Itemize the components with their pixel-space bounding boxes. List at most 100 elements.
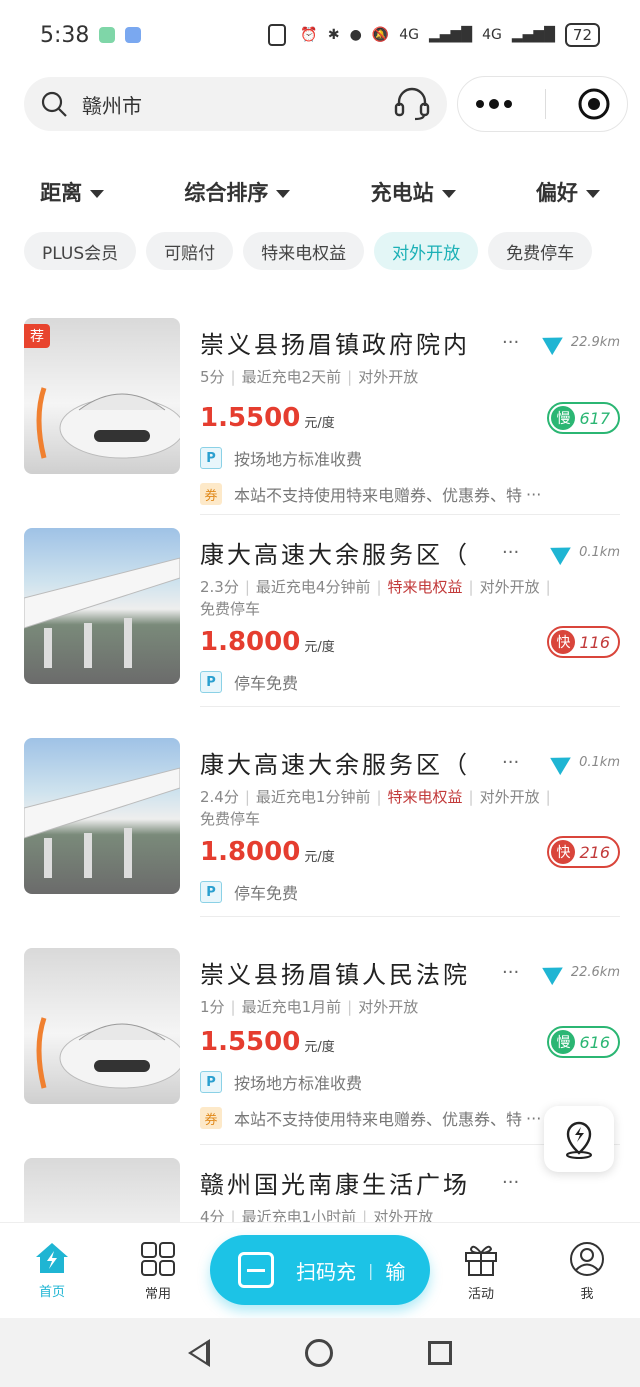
station-image: 荐 — [24, 318, 180, 474]
search-row: 赣州市 — [24, 76, 628, 132]
miniapp-capsule — [457, 76, 628, 132]
coupon-icon: 券 — [200, 483, 222, 505]
system-nav-bar — [0, 1318, 640, 1387]
price-unit: 元/度 — [304, 415, 335, 431]
station-title: 康大高速大余服务区（ — [200, 750, 470, 779]
search-icon — [41, 91, 67, 117]
filter-distance[interactable]: 距离 — [40, 177, 105, 207]
tab-me[interactable]: 我 — [547, 1241, 627, 1302]
chevron-down-icon — [276, 190, 291, 198]
chevron-down-icon — [585, 190, 600, 198]
charger-count-badge: 慢 616 — [547, 1026, 620, 1058]
station-title: 赣州国光南康生活广场 — [200, 1170, 470, 1199]
scan-icon — [238, 1252, 274, 1288]
parking-info: P 按场地方标准收费 — [200, 444, 620, 472]
tab-activity[interactable]: 活动 — [441, 1241, 521, 1302]
grid-icon — [141, 1242, 175, 1276]
mute-icon: 🔕 — [371, 27, 390, 43]
status-time: 5:38 — [40, 22, 90, 48]
location-icon: ● — [349, 27, 362, 43]
parking-icon: P — [200, 1071, 222, 1093]
station-title: 崇义县扬眉镇人民法院 — [200, 960, 470, 989]
gift-icon — [465, 1245, 497, 1276]
parking-icon: P — [200, 881, 222, 903]
distance[interactable]: 0.1km — [550, 748, 620, 776]
navigate-icon — [542, 958, 568, 986]
search-city: 赣州市 — [82, 93, 142, 118]
search-input[interactable]: 赣州市 — [24, 77, 448, 131]
quick-filter-chips: PLUS会员 可赔付 特来电权益 对外开放 免费停车 — [24, 232, 640, 272]
price: 1.8000 — [200, 627, 301, 657]
chip-free-parking[interactable]: 免费停车 — [488, 232, 593, 270]
battery-indicator: 72 — [564, 23, 600, 47]
chip-open[interactable]: 对外开放 — [374, 232, 479, 270]
price: 1.8000 — [200, 837, 301, 867]
station-card[interactable]: 康大高速大余服务区（ ··· 0.1km 2.3分 | 最近充电4分钟前 | 特来电权益… — [0, 528, 640, 728]
parking-info: P 停车免费 — [200, 668, 620, 696]
filter-sort[interactable]: 综合排序 — [184, 177, 291, 207]
price-unit: 元/度 — [304, 1039, 335, 1055]
station-card[interactable]: 赣州国光南康生活广场 ··· 4分 | 最近充电1小时前 | 对外开放 — [0, 1158, 640, 1222]
recommended-badge: 荐 — [24, 324, 50, 348]
chip-plus[interactable]: PLUS会员 — [24, 232, 137, 270]
navigate-icon — [550, 748, 576, 776]
signal-icon: ▂▄▆█ — [428, 27, 473, 43]
bluetooth-icon: ✱ — [327, 27, 340, 43]
station-image — [24, 948, 180, 1104]
station-title: 康大高速大余服务区（ — [200, 540, 470, 569]
station-title: 崇义县扬眉镇政府院内 — [200, 330, 470, 359]
wechat-icon — [99, 27, 116, 43]
distance[interactable]: 22.6km — [542, 958, 620, 986]
wifi-app-icon — [125, 27, 142, 43]
chip-compensation[interactable]: 可赔付 — [146, 232, 234, 270]
station-meta: 4分 | 最近充电1小时前 | 对外开放 — [200, 1208, 434, 1222]
recents-icon[interactable] — [428, 1340, 453, 1365]
back-icon[interactable] — [187, 1338, 210, 1367]
alarm-icon: ⏰ — [300, 27, 318, 43]
signal-icon-2: ▂▄▆█ — [511, 27, 555, 43]
station-image — [24, 738, 180, 894]
parking-icon: P — [200, 671, 222, 693]
station-meta: 2.4分 | 最近充电1分钟前 | 特来电权益 | 对外开放 | 免费停车 — [200, 788, 551, 828]
headset-icon[interactable] — [393, 86, 431, 122]
user-icon — [570, 1242, 604, 1276]
station-image — [24, 1158, 180, 1222]
chevron-down-icon — [90, 190, 105, 198]
nfc-icon — [268, 24, 286, 46]
price-unit: 元/度 — [304, 639, 335, 655]
tab-home[interactable]: 首页 — [12, 1241, 92, 1300]
station-card[interactable]: 荐 崇义县扬眉镇政府院内 ··· 22.9km 5分 | 最近充电2天前 | 对外开放 … — [0, 318, 640, 518]
home-icon[interactable] — [304, 1338, 333, 1367]
signal-label-2: 4G — [482, 27, 502, 43]
chip-benefits[interactable]: 特来电权益 — [243, 232, 365, 270]
home-charge-icon — [36, 1243, 68, 1273]
charging-location-icon — [566, 1121, 592, 1159]
station-card[interactable]: 康大高速大余服务区（ ··· 0.1km 2.4分 | 最近充电1分钟前 | 特来电权益… — [0, 738, 640, 938]
coupon-icon: 券 — [200, 1107, 222, 1129]
tab-common[interactable]: 常用 — [118, 1241, 198, 1302]
station-image — [24, 528, 180, 684]
distance[interactable]: 0.1km — [550, 538, 620, 566]
price: 1.5500 — [200, 403, 301, 433]
station-meta: 2.3分 | 最近充电4分钟前 | 特来电权益 | 对外开放 | 免费停车 — [200, 578, 551, 618]
price: 1.5500 — [200, 1027, 301, 1057]
filter-preference[interactable]: 偏好 — [536, 177, 600, 207]
bottom-tab-bar: 首页 常用 扫码充 | 输 活动 我 — [0, 1222, 640, 1318]
status-bar: 5:38 ⏰ ✱ ● 🔕 4G ▂▄▆█ 4G ▂▄▆█ 72 — [0, 0, 640, 70]
more-icon[interactable] — [474, 98, 514, 110]
coupon-info: 券本站不支持使用特来电赠券、优惠券、特 ··· — [200, 480, 620, 508]
station-list: 荐 崇义县扬眉镇政府院内 ··· 22.9km 5分 | 最近充电2天前 | 对外开放 … — [0, 300, 640, 1222]
charger-count-badge: 快 216 — [547, 836, 620, 868]
station-meta: 5分 | 最近充电2天前 | 对外开放 — [200, 368, 419, 386]
navigate-icon — [542, 328, 568, 356]
close-miniapp-icon[interactable] — [577, 87, 611, 121]
map-nearby-button[interactable] — [544, 1106, 614, 1172]
station-meta: 1分 | 最近充电1月前 | 对外开放 — [200, 998, 419, 1016]
distance[interactable]: 22.9km — [542, 328, 620, 356]
parking-icon: P — [200, 447, 222, 469]
charger-count-badge: 慢 617 — [547, 402, 620, 434]
chevron-down-icon — [441, 190, 456, 198]
filter-station[interactable]: 充电站 — [371, 177, 456, 207]
parking-info: P 停车免费 — [200, 878, 620, 906]
scan-charge-button[interactable]: 扫码充 | 输 — [210, 1235, 430, 1305]
